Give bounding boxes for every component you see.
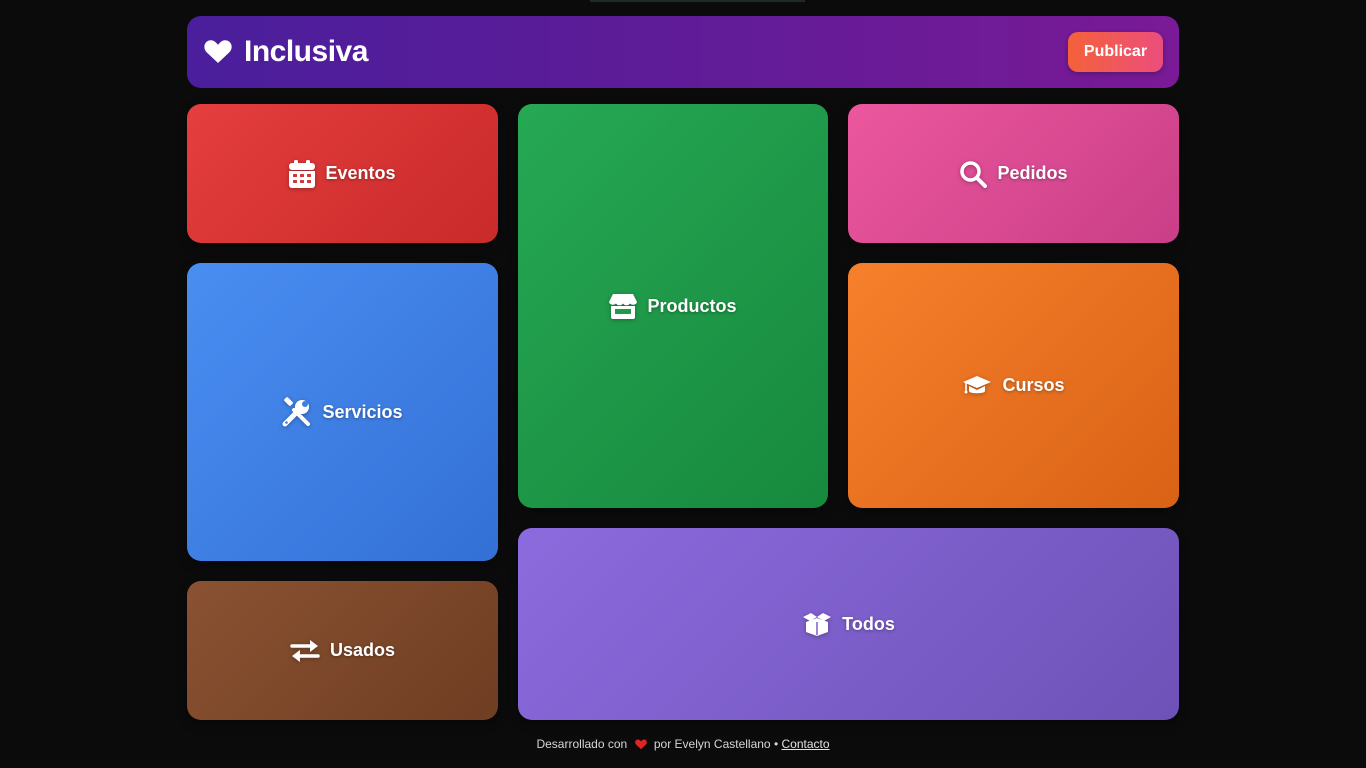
heart-icon (204, 40, 232, 63)
exchange-icon (290, 639, 320, 662)
footer: Desarrollado con por Evelyn Castellano •… (0, 736, 1366, 752)
tile-usados[interactable]: Usados (187, 581, 498, 720)
tile-label: Cursos (1002, 375, 1065, 395)
app-header: Inclusiva Publicar (187, 16, 1179, 88)
search-icon (960, 160, 988, 188)
tile-label: Eventos (325, 163, 396, 183)
store-icon (609, 294, 638, 319)
tile-productos[interactable]: Productos (518, 104, 828, 508)
top-divider (590, 0, 805, 2)
app-title[interactable]: Inclusiva (244, 32, 368, 72)
tile-cursos[interactable]: Cursos (848, 263, 1179, 508)
tile-label: Todos (842, 613, 895, 634)
box-open-icon (803, 613, 832, 636)
footer-separator: • (773, 737, 779, 751)
footer-author: por Evelyn Castellano (653, 737, 771, 751)
tile-pedidos[interactable]: Pedidos (848, 104, 1179, 243)
tile-label: Servicios (322, 401, 403, 422)
tile-servicios[interactable]: Servicios (187, 263, 498, 561)
graduation-cap-icon (963, 375, 992, 393)
tile-eventos[interactable]: Eventos (187, 104, 498, 243)
tile-label: Usados (329, 640, 396, 660)
contact-link[interactable]: Contacto (782, 737, 830, 751)
tile-todos[interactable]: Todos (518, 528, 1179, 720)
publish-button[interactable]: Publicar (1068, 32, 1163, 72)
footer-prefix: Desarrollado con (536, 737, 628, 751)
tile-label: Productos (647, 295, 737, 316)
heart-icon (634, 739, 647, 750)
tile-label: Pedidos (997, 163, 1068, 183)
calendar-icon (289, 159, 316, 188)
tools-icon (282, 397, 311, 427)
